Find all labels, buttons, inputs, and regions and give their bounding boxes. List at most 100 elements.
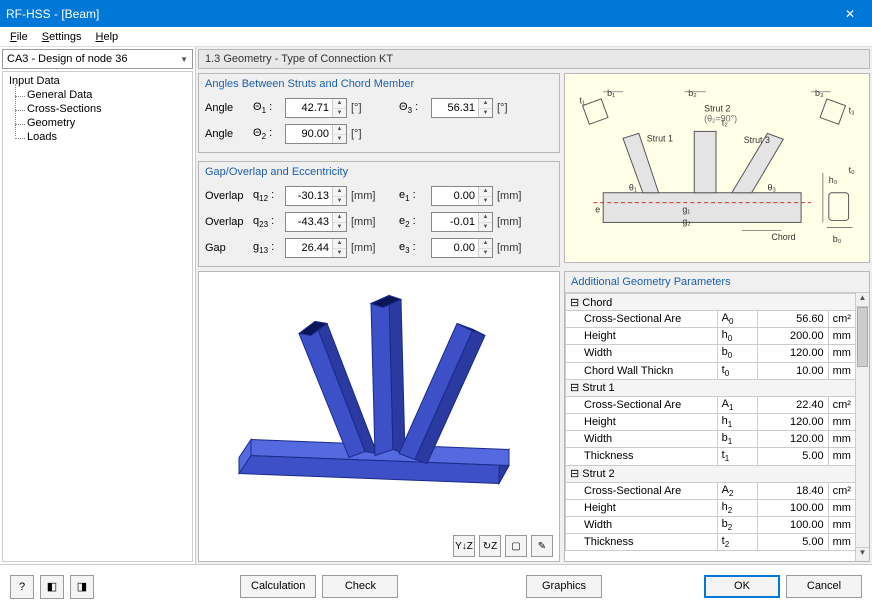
number-input[interactable]: -43.43▲▼ [285,212,347,232]
view-iso-button[interactable]: ▢ [505,535,527,557]
unit-label: [°] [497,102,525,114]
field-label: Angle [205,128,249,140]
spin-up-icon[interactable]: ▲ [333,99,346,109]
spin-down-icon[interactable]: ▼ [333,249,346,258]
cancel-button[interactable]: Cancel [786,575,862,598]
params-title: Additional Geometry Parameters [565,272,869,292]
spin-up-icon[interactable]: ▲ [479,99,492,109]
spin-up-icon[interactable]: ▲ [479,239,492,249]
graphics-button[interactable]: Graphics [526,575,602,598]
number-input[interactable]: 0.00▲▼ [431,186,493,206]
spin-down-icon[interactable]: ▼ [333,109,346,118]
unit-label: [mm] [497,242,525,254]
dropdown-value: CA3 - Design of node 36 [7,53,127,65]
field-row: Overlapq23 :-43.43▲▼[mm]e2 :-0.01▲▼[mm] [205,210,553,234]
params-scrollbar[interactable]: ▲ ▼ [855,293,869,561]
spin-down-icon[interactable]: ▼ [479,197,492,206]
svg-text:b₃: b₃ [815,88,824,98]
scroll-down-icon[interactable]: ▼ [856,547,869,561]
spin-up-icon[interactable]: ▲ [333,213,346,223]
spin-down-icon[interactable]: ▼ [333,223,346,232]
ok-button[interactable]: OK [704,575,780,598]
connection-diagram: Strut 1 Strut 2 (θ₂=90°) Strut 3 Chord t… [565,74,869,262]
nav-tree: Input Data General DataCross-SectionsGeo… [2,71,193,562]
menu-settings[interactable]: Settings [36,29,88,45]
number-input[interactable]: 0.00▲▼ [431,238,493,258]
tree-root[interactable]: Input Data [9,74,190,88]
scroll-up-icon[interactable]: ▲ [856,293,869,307]
svg-text:θ₃: θ₃ [767,183,776,193]
preview-3d: Y↓Z ↻Z ▢ ✎ [198,271,560,562]
spin-up-icon[interactable]: ▲ [333,187,346,197]
chevron-down-icon: ▼ [180,55,188,64]
left-panel: CA3 - Design of node 36 ▼ Input Data Gen… [0,47,196,564]
export-right-button[interactable]: ◨ [70,575,94,599]
param-section-row[interactable]: ⊟ Strut 2 [566,465,869,482]
field-row: Gapg13 :26.44▲▼[mm]e3 :0.00▲▼[mm] [205,236,553,260]
tree-item[interactable]: Cross-Sections [27,102,190,116]
svg-text:(θ₂=90°): (θ₂=90°) [704,113,737,123]
view-rotate-button[interactable]: ↻Z [479,535,501,557]
param-row: Cross-Sectional AreA056.60cm² [566,311,869,328]
param-row: Heighth2100.00mm [566,499,869,516]
field-symbol: q12 : [253,189,281,203]
window-title: RF-HSS - [Beam] [6,7,99,21]
spin-up-icon[interactable]: ▲ [333,239,346,249]
calculation-button[interactable]: Calculation [240,575,316,598]
menubar: File Settings Help [0,27,872,47]
field-symbol: e3 : [399,241,427,255]
preview-svg [199,272,559,535]
svg-text:b₂: b₂ [688,88,697,98]
field-row: AngleΘ2 :90.00▲▼[°] [205,122,553,146]
spin-down-icon[interactable]: ▼ [333,197,346,206]
param-row: Cross-Sectional AreA218.40cm² [566,482,869,499]
number-input[interactable]: -0.01▲▼ [431,212,493,232]
tree-item[interactable]: General Data [27,88,190,102]
check-button[interactable]: Check [322,575,398,598]
unit-label: [mm] [497,216,525,228]
spin-down-icon[interactable]: ▼ [333,135,346,144]
field-symbol: Θ2 : [253,127,281,141]
help-button[interactable]: ? [10,575,34,599]
param-section-row[interactable]: ⊟ Chord [566,294,869,311]
titlebar: RF-HSS - [Beam] ✕ [0,0,872,27]
svg-text:g₂: g₂ [682,216,691,226]
number-input[interactable]: -30.13▲▼ [285,186,347,206]
svg-text:t₁: t₁ [579,96,584,106]
field-symbol: e1 : [399,189,427,203]
view-pick-button[interactable]: ✎ [531,535,553,557]
spin-up-icon[interactable]: ▲ [333,125,346,135]
field-symbol: Θ1 : [253,101,281,115]
number-input[interactable]: 26.44▲▼ [285,238,347,258]
spin-up-icon[interactable]: ▲ [479,213,492,223]
field-symbol: g13 : [253,241,281,255]
field-label: Overlap [205,216,249,228]
close-button[interactable]: ✕ [828,0,872,27]
number-input[interactable]: 90.00▲▼ [285,124,347,144]
spin-down-icon[interactable]: ▼ [479,223,492,232]
view-yz-button[interactable]: Y↓Z [453,535,475,557]
menu-help[interactable]: Help [90,29,125,45]
gap-title: Gap/Overlap and Eccentricity [199,162,559,180]
spin-down-icon[interactable]: ▼ [479,109,492,118]
svg-text:g₁: g₁ [682,205,690,215]
number-input[interactable]: 56.31▲▼ [431,98,493,118]
tree-item[interactable]: Loads [27,130,190,144]
page-header: 1.3 Geometry - Type of Connection KT [198,49,870,69]
unit-label: [mm] [351,216,379,228]
spin-down-icon[interactable]: ▼ [479,249,492,258]
unit-label: [mm] [497,190,525,202]
export-left-button[interactable]: ◧ [40,575,64,599]
unit-label: [mm] [351,242,379,254]
param-section-row[interactable]: ⊟ Strut 1 [566,379,869,396]
field-symbol: q23 : [253,215,281,229]
tree-item[interactable]: Geometry [27,116,190,130]
scroll-thumb[interactable] [857,307,868,367]
number-input[interactable]: 42.71▲▼ [285,98,347,118]
svg-text:h₀: h₀ [829,175,838,185]
param-row: Thicknesst15.00mm [566,448,869,465]
param-row: Widthb1120.00mm [566,431,869,448]
spin-up-icon[interactable]: ▲ [479,187,492,197]
case-dropdown[interactable]: CA3 - Design of node 36 ▼ [2,49,193,69]
menu-file[interactable]: File [4,29,34,45]
